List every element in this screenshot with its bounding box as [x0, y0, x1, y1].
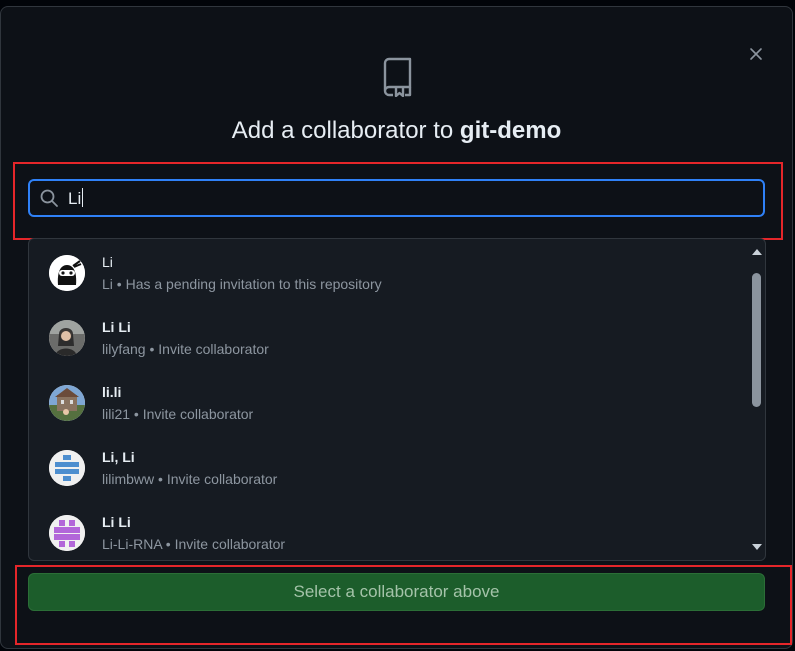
avatar — [49, 385, 85, 421]
dialog-title: Add a collaborator to git-demo — [1, 117, 792, 145]
search-icon — [40, 189, 58, 207]
results-list: Li Li • Has a pending invitation to this… — [28, 238, 766, 561]
result-name: Li Li — [102, 319, 131, 335]
avatar — [49, 515, 85, 551]
text-caret — [82, 187, 84, 207]
result-meta: Li-Li-RNA • Invite collaborator — [102, 536, 286, 552]
repo-name: git-demo — [459, 117, 562, 144]
scroll-up-arrow-icon[interactable] — [752, 249, 762, 255]
close-icon — [750, 48, 762, 60]
result-meta: lili21 • Invite collaborator — [102, 406, 254, 422]
list-item[interactable]: Li, Li lilimbww • Invite collaborator — [29, 434, 749, 499]
close-button[interactable] — [742, 40, 770, 68]
repo-icon — [383, 57, 412, 97]
result-name: Li — [102, 254, 113, 270]
avatar — [49, 320, 85, 356]
scrollbar[interactable] — [748, 239, 765, 560]
list-item[interactable]: Li Li lilyfang • Invite collaborator — [29, 304, 749, 369]
scroll-down-arrow-icon[interactable] — [752, 544, 762, 550]
result-meta: lilimbww • Invite collaborator — [102, 471, 278, 487]
select-collaborator-button[interactable]: Select a collaborator above — [28, 573, 765, 611]
result-name: Li Li — [102, 514, 131, 530]
result-meta: lilyfang • Invite collaborator — [102, 341, 269, 357]
list-item[interactable]: Li Li • Has a pending invitation to this… — [29, 239, 749, 304]
scrollbar-thumb[interactable] — [752, 273, 761, 407]
avatar — [49, 255, 85, 291]
avatar — [49, 450, 85, 486]
result-meta: Li • Has a pending invitation to this re… — [102, 276, 382, 292]
result-name: Li, Li — [102, 449, 135, 465]
list-item[interactable]: li.li lili21 • Invite collaborator — [29, 369, 749, 434]
search-input[interactable]: Li — [28, 179, 765, 217]
search-value: Li — [68, 188, 82, 208]
list-item[interactable]: Li Li Li-Li-RNA • Invite collaborator — [29, 499, 749, 560]
title-prefix: Add a collaborator to — [231, 117, 454, 144]
result-name: li.li — [102, 384, 122, 400]
